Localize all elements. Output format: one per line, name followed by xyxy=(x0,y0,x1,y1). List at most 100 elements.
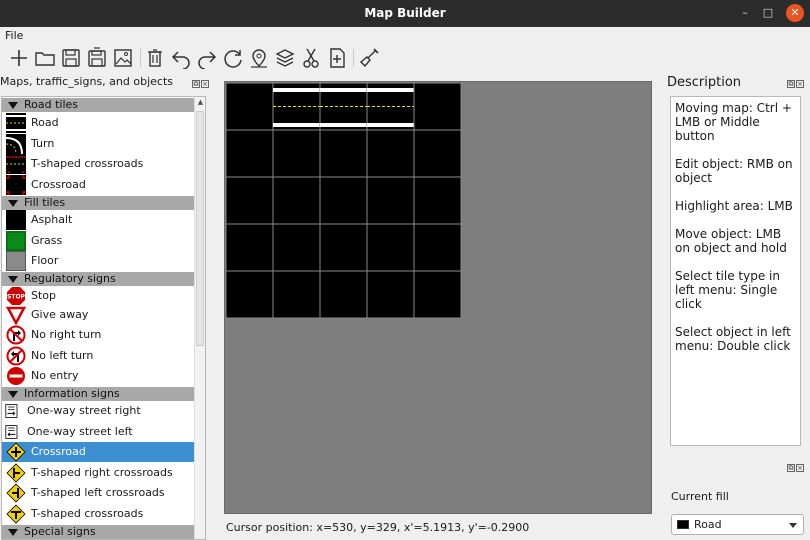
cut-icon[interactable] xyxy=(300,47,322,69)
asphalt-tile[interactable] xyxy=(272,223,321,272)
list-item-t-left[interactable]: T-shaped left crossroads xyxy=(2,483,195,503)
chevron-down-icon xyxy=(789,523,797,528)
close-dock-icon[interactable]: × xyxy=(796,464,804,472)
list-item-grass[interactable]: Grass xyxy=(2,231,195,251)
list-item-one-way-left[interactable]: One-way street left xyxy=(2,422,195,442)
asphalt-tile[interactable] xyxy=(226,223,274,272)
category-special-signs[interactable]: Special signs xyxy=(2,525,195,539)
road-tile[interactable] xyxy=(272,83,321,131)
collapse-icon xyxy=(8,391,18,398)
asphalt-tile[interactable] xyxy=(319,223,368,272)
close-button[interactable]: ✕ xyxy=(786,4,804,22)
list-item-turn[interactable]: Turn xyxy=(2,134,195,154)
list-item-t-right[interactable]: T-shaped right crossroads xyxy=(2,463,195,483)
asphalt-tile[interactable] xyxy=(319,176,368,225)
description-line: Select tile type in left menu: Single cl… xyxy=(675,269,780,311)
toolbar-separator xyxy=(353,49,354,67)
asphalt-tile[interactable] xyxy=(413,223,462,272)
asphalt-tile[interactable] xyxy=(226,270,274,319)
asphalt-tile[interactable] xyxy=(413,270,462,319)
asphalt-tile[interactable] xyxy=(413,129,462,178)
list-item-no-entry[interactable]: No entry xyxy=(2,366,195,386)
asphalt-tile[interactable] xyxy=(226,83,274,131)
new-map-icon[interactable] xyxy=(8,47,30,69)
grass-tile-icon xyxy=(6,231,26,251)
category-fill-tiles[interactable]: Fill tiles xyxy=(2,196,195,210)
save-icon[interactable] xyxy=(60,47,82,69)
asphalt-tile[interactable] xyxy=(226,129,274,178)
float-icon[interactable]: ⧉ xyxy=(787,80,795,88)
category-regulatory-signs[interactable]: Regulatory signs xyxy=(2,272,195,286)
list-item-asphalt[interactable]: Asphalt xyxy=(2,210,195,230)
float-icon[interactable]: ⧉ xyxy=(787,464,795,472)
rotate-icon[interactable] xyxy=(222,47,244,69)
toolbar-separator xyxy=(140,49,141,67)
map-grid[interactable] xyxy=(226,83,462,319)
no-right-turn-icon xyxy=(6,325,26,345)
description-line: Highlight area: LMB xyxy=(675,199,793,213)
asphalt-tile[interactable] xyxy=(226,176,274,225)
layers-icon[interactable] xyxy=(274,47,296,69)
pin-icon[interactable] xyxy=(248,47,270,69)
road-swatch-icon xyxy=(677,520,689,529)
dock-splitter[interactable] xyxy=(212,73,216,540)
list-item-stop[interactable]: STOP Stop xyxy=(2,286,195,306)
asphalt-tile[interactable] xyxy=(319,270,368,319)
asphalt-tile[interactable] xyxy=(366,223,415,272)
asphalt-tile[interactable] xyxy=(366,129,415,178)
undo-icon[interactable] xyxy=(170,47,192,70)
asphalt-tile[interactable] xyxy=(272,176,321,225)
asphalt-tile[interactable] xyxy=(272,129,321,178)
tile-list-scrollbar[interactable]: ▲ xyxy=(194,97,205,539)
close-dock-icon[interactable]: × xyxy=(796,80,804,88)
toolbar xyxy=(0,44,810,72)
export-image-icon[interactable] xyxy=(112,47,134,69)
list-item-crossroad[interactable]: Crossroad xyxy=(2,175,195,195)
asphalt-tile[interactable] xyxy=(272,270,321,319)
asphalt-tile[interactable] xyxy=(413,83,462,131)
scroll-thumb[interactable] xyxy=(196,111,204,346)
minimize-button[interactable]: – xyxy=(736,4,754,22)
list-item-no-left-turn[interactable]: No left turn xyxy=(2,346,195,366)
list-item-floor[interactable]: Floor xyxy=(2,251,195,271)
map-canvas[interactable] xyxy=(224,81,652,514)
road-tile[interactable] xyxy=(319,83,368,131)
window-title: Map Builder xyxy=(364,6,446,20)
crossroad-sign-icon xyxy=(6,442,26,462)
cursor-position-status: Cursor position: x=530, y=329, x'=5.1913… xyxy=(226,521,530,534)
maximize-button[interactable]: □ xyxy=(759,4,777,22)
category-information-signs[interactable]: Information signs xyxy=(2,387,195,401)
one-way-right-icon xyxy=(5,404,18,418)
asphalt-tile[interactable] xyxy=(319,129,368,178)
stop-sign-icon: STOP xyxy=(7,287,26,305)
list-item-t-crossroads[interactable]: T-shaped crossroads xyxy=(2,154,195,174)
save-as-icon[interactable] xyxy=(86,47,108,69)
brush-icon[interactable] xyxy=(358,47,380,69)
collapse-icon xyxy=(8,276,18,283)
list-item-one-way-right[interactable]: One-way street right xyxy=(2,401,195,421)
list-item-give-away[interactable]: Give away xyxy=(2,305,195,325)
list-item-road[interactable]: Road xyxy=(2,113,195,133)
list-item-info-crossroad[interactable]: Crossroad xyxy=(2,442,195,462)
menu-file[interactable]: File xyxy=(5,29,23,42)
list-item-no-right-turn[interactable]: No right turn xyxy=(2,325,195,345)
left-dock-title: Maps, traffic_signs, and objects xyxy=(0,75,173,88)
float-icon[interactable]: ⧉ xyxy=(192,80,200,88)
description-dock: Description ⧉ × Moving map: Ctrl + LMB or… xyxy=(663,73,810,453)
no-left-turn-icon xyxy=(6,346,26,366)
asphalt-tile[interactable] xyxy=(413,176,462,225)
category-road-tiles[interactable]: Road tiles xyxy=(2,98,195,112)
t-left-sign-icon xyxy=(6,483,26,503)
road-tile[interactable] xyxy=(366,83,415,131)
current-fill-select[interactable]: Road xyxy=(671,514,804,535)
asphalt-tile[interactable] xyxy=(366,176,415,225)
asphalt-tile[interactable] xyxy=(366,270,415,319)
turn-tile-icon xyxy=(6,134,26,154)
scroll-up-icon[interactable]: ▲ xyxy=(195,97,206,108)
redo-icon[interactable] xyxy=(196,47,218,70)
add-object-icon[interactable] xyxy=(326,47,348,69)
open-folder-icon[interactable] xyxy=(34,47,56,69)
list-item-t-shaped[interactable]: T-shaped crossroads xyxy=(2,504,195,524)
delete-icon[interactable] xyxy=(144,47,166,69)
close-dock-icon[interactable]: × xyxy=(201,80,209,88)
